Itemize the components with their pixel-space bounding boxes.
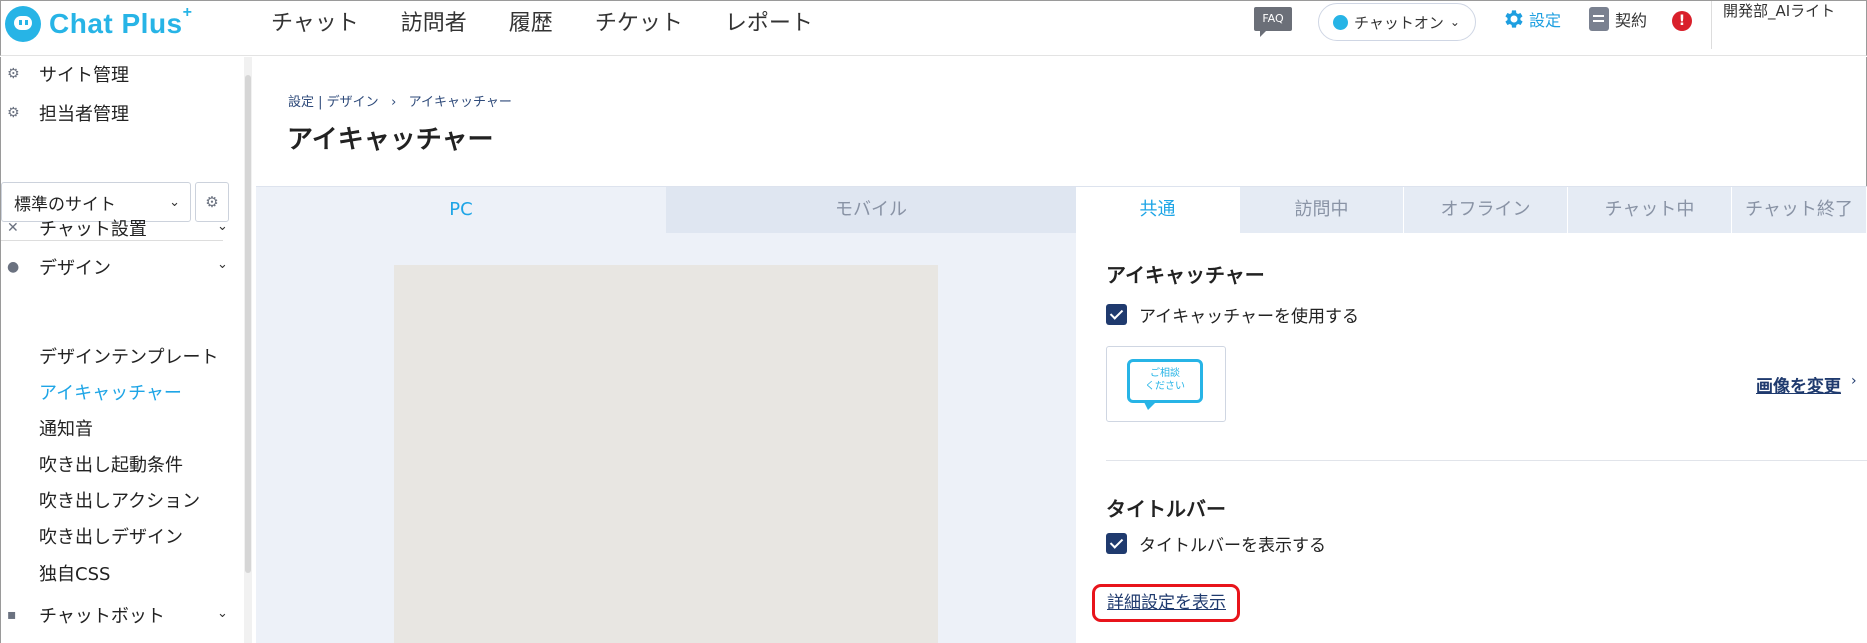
- state-tabs: 共通 訪問中 オフライン チャット中 チャット終了: [1076, 186, 1867, 233]
- main-content: 設定 | デザイン › アイキャッチャー アイキャッチャー PC モバイル 共通…: [256, 57, 1867, 643]
- nav-item-history[interactable]: 履歴: [509, 5, 553, 37]
- settings-link[interactable]: 設定: [1501, 7, 1561, 31]
- page-title: アイキャッチャー: [287, 125, 494, 155]
- breadcrumb-current: アイキャッチャー: [408, 95, 512, 110]
- contract-label: 契約: [1615, 11, 1648, 30]
- header-divider: [1711, 1, 1712, 49]
- section-title-titlebar: タイトルバー: [1106, 497, 1226, 521]
- breadcrumb-root[interactable]: 設定 | デザイン: [288, 95, 379, 110]
- palette-icon: ●: [7, 259, 20, 275]
- sidebar-item-label: サイト管理: [39, 65, 129, 86]
- sidebar-subitem-design-template[interactable]: デザインテンプレート: [39, 343, 218, 369]
- sidebar-item-label: チャットボット: [39, 606, 165, 627]
- show-titlebar-checkbox-row[interactable]: タイトルバーを表示する: [1106, 531, 1326, 556]
- sidebar-item-label: デザイン: [39, 258, 111, 279]
- sidebar-item-label: チャット設置: [39, 219, 147, 240]
- sidebar-subitem-custom-css[interactable]: 独自CSS: [39, 560, 110, 586]
- user-menu[interactable]: 開発部_AIライト: [1723, 1, 1863, 22]
- sidebar-item-chat-setup[interactable]: ✕ チャット設置: [1, 215, 147, 241]
- nav-item-chat[interactable]: チャット: [271, 5, 359, 37]
- sidebar-item-label: 担当者管理: [39, 104, 129, 125]
- tab-common[interactable]: 共通: [1076, 187, 1240, 233]
- tab-chat-ended[interactable]: チャット終了: [1732, 187, 1867, 233]
- use-eyecatcher-label: アイキャッチャーを使用する: [1139, 307, 1359, 327]
- section-divider: [1106, 460, 1867, 461]
- nav-item-reports[interactable]: レポート: [725, 5, 813, 37]
- main-nav: チャット 訪問者 履歴 チケット レポート: [271, 1, 855, 41]
- eyecatcher-preview-box: ご相談 ください: [1106, 346, 1226, 422]
- chevron-down-icon[interactable]: ⌄: [217, 257, 228, 272]
- change-image-link[interactable]: 画像を変更: [1756, 372, 1841, 397]
- user-gear-icon: ⚙: [7, 105, 20, 121]
- show-details-link[interactable]: 詳細設定を表示: [1092, 584, 1240, 622]
- chat-status-label: チャットオン: [1354, 13, 1444, 32]
- gear-icon: ⚙: [7, 66, 20, 82]
- sidebar-item-site-admin[interactable]: ⚙ サイト管理: [1, 61, 129, 87]
- chevron-down-icon[interactable]: ⌄: [217, 219, 228, 234]
- tab-visiting[interactable]: 訪問中: [1240, 187, 1404, 233]
- logo-text: Chat Plus+: [49, 3, 193, 39]
- sidebar-item-staff-admin[interactable]: ⚙ 担当者管理: [1, 100, 129, 126]
- sidebar-subitem-bubble-action[interactable]: 吹き出しアクション: [39, 487, 200, 513]
- logo[interactable]: Chat Plus+: [5, 4, 192, 44]
- tab-pc[interactable]: PC: [256, 187, 666, 233]
- breadcrumb: 設定 | デザイン › アイキャッチャー: [288, 91, 512, 110]
- sidebar-subitem-notification-sound[interactable]: 通知音: [39, 415, 93, 441]
- document-icon: [1589, 7, 1609, 31]
- speech-bubble-icon: ご相談 ください: [1127, 359, 1203, 410]
- contract-link[interactable]: 契約: [1589, 7, 1647, 31]
- site-settings-gear-icon[interactable]: ⚙: [195, 182, 229, 222]
- sidebar-item-design[interactable]: ● デザイン: [1, 254, 111, 280]
- chevron-down-icon[interactable]: ⌄: [217, 606, 228, 621]
- site-select-value: 標準のサイト: [14, 194, 116, 215]
- chevron-down-icon: ⌄: [169, 194, 180, 210]
- sidebar-scroll-thumb[interactable]: [245, 75, 251, 573]
- chevron-down-icon: ⌄: [1449, 15, 1460, 29]
- nav-item-visitors[interactable]: 訪問者: [401, 5, 467, 37]
- settings-panel: 共通 訪問中 オフライン チャット中 チャット終了 アイキャッチャー アイキャッ…: [1076, 186, 1867, 643]
- gear-icon: [1505, 10, 1523, 28]
- preview-canvas: [394, 265, 938, 643]
- nav-item-tickets[interactable]: チケット: [595, 5, 683, 37]
- sidebar-item-chatbot[interactable]: ▪ チャットボット: [1, 602, 165, 628]
- status-dot-icon: [1333, 14, 1348, 30]
- sidebar-subitem-bubble-trigger[interactable]: 吹き出し起動条件: [39, 451, 183, 477]
- settings-label: 設定: [1529, 11, 1562, 30]
- tab-chatting[interactable]: チャット中: [1568, 187, 1732, 233]
- show-titlebar-label: タイトルバーを表示する: [1139, 536, 1326, 556]
- tab-offline[interactable]: オフライン: [1404, 187, 1568, 233]
- checkbox-checked-icon[interactable]: [1106, 304, 1127, 325]
- preview-panel: PC モバイル: [256, 186, 1076, 643]
- sidebar-subitem-eyecatcher[interactable]: アイキャッチャー: [39, 379, 182, 405]
- breadcrumb-separator: ›: [391, 95, 397, 110]
- section-title-eyecatcher: アイキャッチャー: [1106, 263, 1265, 287]
- sidebar-subitem-bubble-design[interactable]: 吹き出しデザイン: [39, 523, 183, 549]
- chat-bubble-icon: ▪: [7, 607, 17, 623]
- top-bar: Chat Plus+ チャット 訪問者 履歴 チケット レポート FAQ チャッ…: [0, 0, 1867, 56]
- use-eyecatcher-checkbox-row[interactable]: アイキャッチャーを使用する: [1106, 302, 1359, 327]
- checkbox-checked-icon[interactable]: [1106, 533, 1127, 554]
- chevron-right-icon: ›: [1851, 373, 1857, 389]
- alert-icon[interactable]: !: [1672, 11, 1692, 31]
- bubble-text: ご相談 ください: [1145, 368, 1185, 392]
- chat-status-dropdown[interactable]: チャットオン ⌄: [1318, 3, 1476, 41]
- tab-mobile[interactable]: モバイル: [666, 187, 1076, 233]
- faq-icon[interactable]: FAQ: [1254, 7, 1292, 37]
- sidebar: ⚙ サイト管理 ⚙ 担当者管理 標準のサイト ⌄ ⚙ ✕ チャット設置 ⌄ ● …: [0, 57, 238, 643]
- chat-plus-logo-icon: [5, 6, 41, 42]
- tools-icon: ✕: [7, 220, 19, 236]
